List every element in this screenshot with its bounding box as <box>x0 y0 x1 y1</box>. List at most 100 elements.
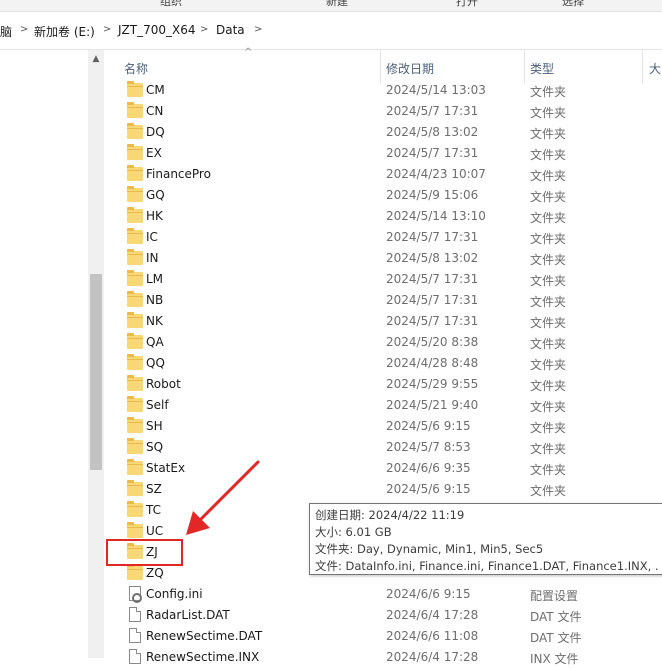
file-row[interactable]: NK 2024/5/7 17:31 文件夹 <box>104 311 662 332</box>
file-row[interactable]: RenewSectime.DAT 2024/6/6 11:08 DAT 文件 <box>104 626 662 647</box>
file-name: StatEx <box>146 461 186 475</box>
file-row[interactable]: NB 2024/5/7 17:31 文件夹 <box>104 290 662 311</box>
file-modified-date: 2024/5/21 9:40 <box>386 398 479 412</box>
folder-icon <box>127 165 143 181</box>
breadcrumb-current[interactable]: Data <box>216 23 245 37</box>
folder-icon <box>127 417 143 433</box>
file-type: 文件夹 <box>530 274 567 288</box>
column-divider[interactable] <box>524 50 525 84</box>
file-type: 文件夹 <box>530 106 567 120</box>
file-type: 文件夹 <box>530 316 567 330</box>
file-row[interactable]: CM 2024/5/14 13:03 文件夹 <box>104 80 662 101</box>
folder-icon <box>127 186 143 202</box>
file-name: SZ <box>146 482 162 496</box>
file-row[interactable]: SQ 2024/5/7 8:53 文件夹 <box>104 437 662 458</box>
annotation-highlight-box <box>106 539 183 566</box>
file-type: 文件夹 <box>530 85 567 99</box>
file-row[interactable]: IC 2024/5/7 17:31 文件夹 <box>104 227 662 248</box>
file-row[interactable]: Config.ini 2024/6/6 9:15 配置设置 <box>104 584 662 605</box>
breadcrumb-folder[interactable]: JZT_700_X64 <box>118 23 195 37</box>
file-type: 配置设置 <box>530 589 579 603</box>
file-row[interactable]: SH 2024/5/6 9:15 文件夹 <box>104 416 662 437</box>
file-row[interactable]: IN 2024/5/8 13:02 文件夹 <box>104 248 662 269</box>
file-type: 文件夹 <box>530 421 567 435</box>
file-row[interactable]: QA 2024/5/20 8:38 文件夹 <box>104 332 662 353</box>
file-modified-date: 2024/6/4 17:28 <box>386 608 479 622</box>
file-row[interactable]: DQ 2024/5/8 13:02 文件夹 <box>104 122 662 143</box>
file-modified-date: 2024/5/7 17:31 <box>386 314 479 328</box>
file-row[interactable]: EX 2024/5/7 17:31 文件夹 <box>104 143 662 164</box>
ribbon-organize[interactable]: 组织 <box>160 0 182 9</box>
breadcrumb-computer[interactable]: 脑 <box>0 23 12 40</box>
scrollbar-thumb[interactable] <box>90 274 102 470</box>
file-type: 文件夹 <box>530 400 567 414</box>
file-name: CN <box>146 104 164 118</box>
file-row[interactable]: LM 2024/5/7 17:31 文件夹 <box>104 269 662 290</box>
file-name: DQ <box>146 125 165 139</box>
chevron-right-icon[interactable]: > <box>200 24 208 35</box>
file-icon <box>129 607 141 622</box>
folder-icon <box>127 564 143 580</box>
file-name: LM <box>146 272 164 286</box>
folder-icon <box>127 123 143 139</box>
file-name: GQ <box>146 188 165 202</box>
folder-icon <box>127 501 143 517</box>
file-modified-date: 2024/5/14 13:03 <box>386 83 486 97</box>
file-name: UC <box>146 524 164 538</box>
column-size[interactable]: 大 <box>649 60 661 77</box>
chevron-right-icon[interactable]: > <box>254 24 262 35</box>
column-divider[interactable] <box>380 50 381 84</box>
file-modified-date: 2024/5/7 8:53 <box>386 440 471 454</box>
file-type: 文件夹 <box>530 190 567 204</box>
file-row[interactable]: FinancePro 2024/4/23 10:07 文件夹 <box>104 164 662 185</box>
file-modified-date: 2024/5/29 9:55 <box>386 377 479 391</box>
file-type: DAT 文件 <box>530 610 582 624</box>
folder-icon <box>127 291 143 307</box>
file-type: 文件夹 <box>530 127 567 141</box>
file-type: 文件夹 <box>530 169 567 183</box>
column-name[interactable]: 名称 <box>124 60 148 77</box>
file-row[interactable]: StatEx 2024/6/6 9:35 文件夹 <box>104 458 662 479</box>
column-divider[interactable] <box>642 50 643 84</box>
file-row[interactable]: QQ 2024/4/28 8:48 文件夹 <box>104 353 662 374</box>
folder-icon <box>127 270 143 286</box>
folder-icon <box>127 102 143 118</box>
folder-icon <box>127 438 143 454</box>
address-bar[interactable]: 脑 > 新加卷 (E:) > JZT_700_X64 > Data > <box>0 12 662 50</box>
file-row[interactable]: HK 2024/5/14 13:10 文件夹 <box>104 206 662 227</box>
file-name: RenewSectime.INX <box>146 650 260 664</box>
file-modified-date: 2024/5/14 13:10 <box>386 209 486 223</box>
file-row[interactable]: CN 2024/5/7 17:31 文件夹 <box>104 101 662 122</box>
config-file-icon <box>129 586 142 603</box>
folder-icon <box>127 354 143 370</box>
scroll-up-icon[interactable]: ▲ <box>88 54 104 64</box>
folder-tooltip: 创建日期: 2024/4/22 11:19 大小: 6.01 GB 文件夹: D… <box>309 503 662 575</box>
chevron-right-icon[interactable]: > <box>20 24 28 35</box>
file-row[interactable]: GQ 2024/5/9 15:06 文件夹 <box>104 185 662 206</box>
chevron-right-icon[interactable]: > <box>103 24 111 35</box>
folder-icon <box>127 459 143 475</box>
file-modified-date: 2024/5/8 13:02 <box>386 125 479 139</box>
ribbon-open[interactable]: 打开 <box>456 0 478 9</box>
file-name: Robot <box>146 377 181 391</box>
file-modified-date: 2024/5/7 17:31 <box>386 230 479 244</box>
ribbon-new[interactable]: 新建 <box>326 0 348 9</box>
file-modified-date: 2024/5/6 9:15 <box>386 482 471 496</box>
folder-icon <box>127 333 143 349</box>
folder-icon <box>127 228 143 244</box>
breadcrumb-drive[interactable]: 新加卷 (E:) <box>34 23 95 40</box>
file-modified-date: 2024/5/7 17:31 <box>386 293 479 307</box>
file-type: 文件夹 <box>530 232 567 246</box>
column-type[interactable]: 类型 <box>530 60 554 77</box>
file-modified-date: 2024/5/9 15:06 <box>386 188 479 202</box>
column-date[interactable]: 修改日期 <box>386 60 434 77</box>
file-row[interactable]: Robot 2024/5/29 9:55 文件夹 <box>104 374 662 395</box>
file-modified-date: 2024/5/20 8:38 <box>386 335 479 349</box>
file-row[interactable]: SZ 2024/5/6 9:15 文件夹 <box>104 479 662 500</box>
file-row[interactable]: Self 2024/5/21 9:40 文件夹 <box>104 395 662 416</box>
file-name: HK <box>146 209 163 223</box>
navigation-pane[interactable] <box>0 50 88 658</box>
ribbon-select[interactable]: 选择 <box>562 0 584 9</box>
file-row[interactable]: RadarList.DAT 2024/6/4 17:28 DAT 文件 <box>104 605 662 626</box>
navigation-scrollbar[interactable]: ▲ <box>88 50 104 658</box>
